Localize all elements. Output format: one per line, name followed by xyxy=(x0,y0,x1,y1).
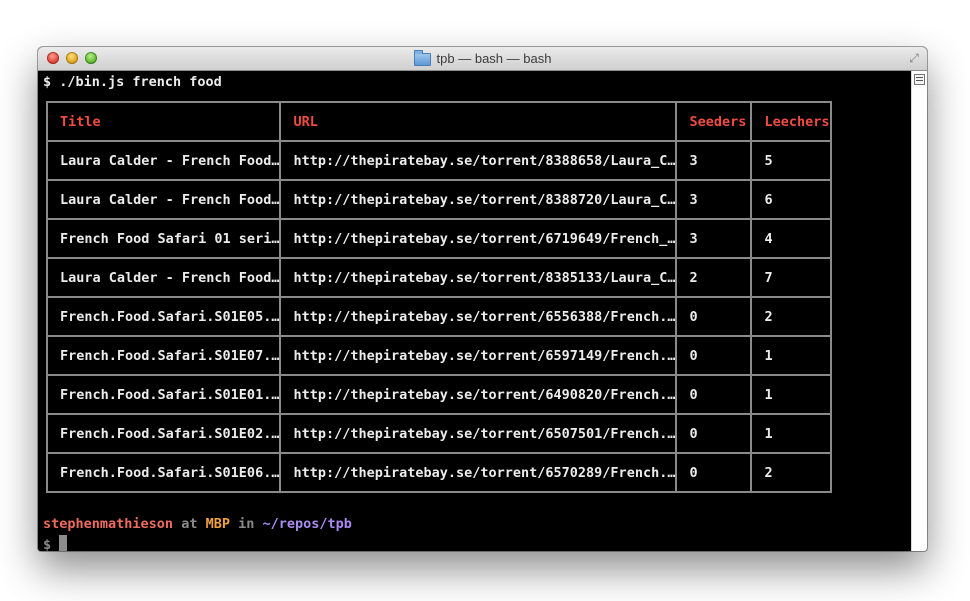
cell-url: http://thepiratebay.se/torrent/6507501/F… xyxy=(279,414,678,454)
cell-seeders: 0 xyxy=(675,453,753,493)
cell-leechers: 1 xyxy=(750,414,832,454)
cell-leechers: 6 xyxy=(750,180,832,220)
table-row: French.Food.Safari.S01E07.… http://thepi… xyxy=(45,336,832,376)
prompt-host: MBP xyxy=(205,516,230,532)
cell-leechers: 7 xyxy=(750,258,832,298)
text-cursor xyxy=(59,535,68,551)
cell-seeders: 3 xyxy=(675,141,753,181)
cell-leechers: 4 xyxy=(750,219,832,259)
cell-url: http://thepiratebay.se/torrent/6719649/F… xyxy=(279,219,678,259)
shell-input-line[interactable]: $ xyxy=(43,535,68,551)
header-seeders: Seeders xyxy=(675,101,753,142)
cell-seeders: 3 xyxy=(675,180,753,220)
window-title: tpb — bash — bash xyxy=(436,51,552,66)
cell-seeders: 0 xyxy=(675,336,753,376)
cell-url: http://thepiratebay.se/torrent/8385133/L… xyxy=(279,258,678,298)
command-line: $ ./bin.js french food xyxy=(43,74,222,90)
terminal-window: tpb — bash — bash ⤢ $ ./bin.js french fo… xyxy=(38,47,927,551)
title-bar[interactable]: tpb — bash — bash ⤢ xyxy=(38,47,927,71)
window-title-group: tpb — bash — bash xyxy=(38,47,927,70)
cell-title: French.Food.Safari.S01E02.… xyxy=(45,414,282,454)
scroll-grip-icon[interactable] xyxy=(914,74,925,85)
cell-url: http://thepiratebay.se/torrent/6490820/F… xyxy=(279,375,678,415)
cell-seeders: 0 xyxy=(675,375,753,415)
terminal-output[interactable]: $ ./bin.js french food Title URL Seeders… xyxy=(38,71,912,551)
cell-seeders: 2 xyxy=(675,258,753,298)
cell-leechers: 2 xyxy=(750,297,832,337)
header-leechers: Leechers xyxy=(750,101,832,142)
cell-leechers: 2 xyxy=(750,453,832,493)
cell-url: http://thepiratebay.se/torrent/6597149/F… xyxy=(279,336,678,376)
table-row: Laura Calder - French Food… http://thepi… xyxy=(45,180,832,220)
cell-seeders: 0 xyxy=(675,414,753,454)
cell-leechers: 1 xyxy=(750,336,832,376)
table-row: Laura Calder - French Food… http://thepi… xyxy=(45,141,832,181)
header-url: URL xyxy=(279,101,678,142)
cell-url: http://thepiratebay.se/torrent/8388658/L… xyxy=(279,141,678,181)
cell-url: http://thepiratebay.se/torrent/6570289/F… xyxy=(279,453,678,493)
table-header-row: Title URL Seeders Leechers xyxy=(45,101,832,142)
table-row: French.Food.Safari.S01E06.… http://thepi… xyxy=(45,453,832,493)
folder-icon xyxy=(413,50,431,66)
table-row: French Food Safari 01 seri… http://thepi… xyxy=(45,219,832,259)
cell-title: French.Food.Safari.S01E05.… xyxy=(45,297,282,337)
table-row: French.Food.Safari.S01E05.… http://thepi… xyxy=(45,297,832,337)
cell-title: Laura Calder - French Food… xyxy=(45,141,282,181)
header-title: Title xyxy=(45,101,282,142)
prompt-user: stephenmathieson xyxy=(43,516,174,532)
cell-title: Laura Calder - French Food… xyxy=(45,258,282,298)
prompt-path: ~/repos/tpb xyxy=(262,516,352,532)
prompt-in: in xyxy=(238,516,255,532)
table-row: French.Food.Safari.S01E01.… http://thepi… xyxy=(45,375,832,415)
cell-seeders: 0 xyxy=(675,297,753,337)
table-row: Laura Calder - French Food… http://thepi… xyxy=(45,258,832,298)
vertical-scrollbar[interactable] xyxy=(911,71,927,551)
table-row: French.Food.Safari.S01E02.… http://thepi… xyxy=(45,414,832,454)
cell-leechers: 5 xyxy=(750,141,832,181)
fullscreen-icon[interactable]: ⤢ xyxy=(907,51,921,65)
results-table: Title URL Seeders Leechers Laura Calder … xyxy=(45,101,832,493)
shell-prompt-info: stephenmathieson at MBP in ~/repos/tpb xyxy=(43,516,352,532)
prompt-at: at xyxy=(181,516,198,532)
cell-title: French Food Safari 01 seri… xyxy=(45,219,282,259)
cell-title: French.Food.Safari.S01E01.… xyxy=(45,375,282,415)
cell-url: http://thepiratebay.se/torrent/6556388/F… xyxy=(279,297,678,337)
prompt-symbol: $ xyxy=(43,537,52,551)
cell-seeders: 3 xyxy=(675,219,753,259)
cell-title: French.Food.Safari.S01E07.… xyxy=(45,336,282,376)
cell-title: French.Food.Safari.S01E06.… xyxy=(45,453,282,493)
cell-url: http://thepiratebay.se/torrent/8388720/L… xyxy=(279,180,678,220)
cell-leechers: 1 xyxy=(750,375,832,415)
cell-title: Laura Calder - French Food… xyxy=(45,180,282,220)
